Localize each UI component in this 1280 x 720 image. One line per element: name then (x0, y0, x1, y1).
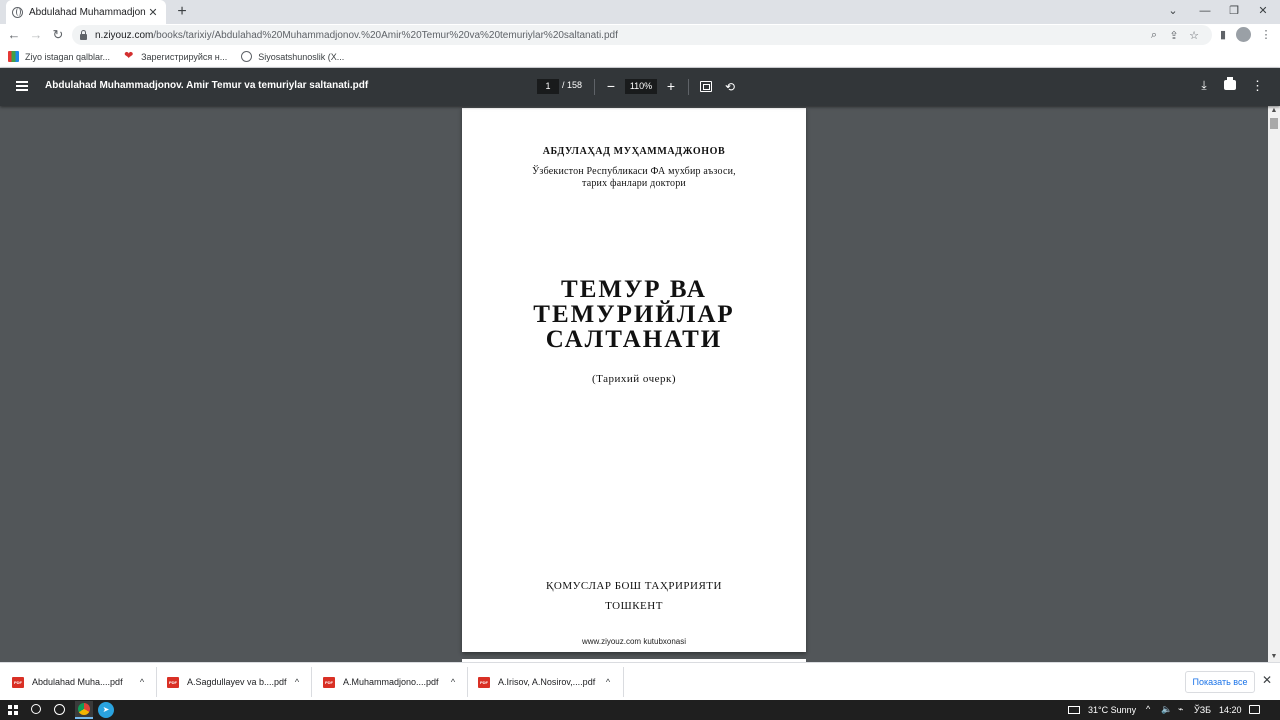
author-degree: тарих фанлари доктори (582, 178, 686, 189)
download-filename: A.Sagdullayev va b....pdf (187, 677, 287, 687)
zoom-icon[interactable]: ⌕ (1144, 29, 1164, 42)
url-path: /books/tarixiy/Abdulahad%20Muhammadjonov… (153, 29, 618, 41)
weather-status[interactable]: 31°C Sunny (1088, 705, 1136, 715)
book-subtitle: (Тарихий очерк) (591, 373, 677, 385)
download-item[interactable]: PDF A.Muhammadjono....pdf ^ (323, 667, 468, 697)
page-total: / 158 (562, 80, 583, 90)
close-shelf-icon[interactable]: ✕ (1260, 673, 1274, 687)
download-filename: Abdulahad Muha....pdf (32, 677, 123, 687)
close-window-button[interactable]: ✕ (1248, 0, 1278, 24)
fit-to-page-icon[interactable] (700, 81, 712, 92)
divider (594, 79, 595, 95)
address-bar[interactable]: n.ziyouz.com/books/tarixiy/Abdulahad%20M… (72, 25, 1212, 45)
pdf-toolbar: Abdulahad Muhammadjonov. Amir Temur va t… (0, 68, 1280, 106)
volume-icon[interactable]: 🔈 (1161, 704, 1172, 715)
rotate-icon[interactable]: ⟲ (723, 80, 737, 94)
tab-title: Abdulahad Muhammadjonov. Am (29, 6, 146, 18)
download-item[interactable]: PDF A.Sagdullayev va b....pdf ^ (167, 667, 312, 697)
pdf-viewer[interactable]: АБДУЛАҲАД МУҲАММАДЖОНОВ Ўзбекистон Респу… (0, 106, 1268, 662)
download-icon[interactable]: ⤓ (1197, 78, 1211, 93)
zoom-level-input[interactable]: 110% (625, 79, 657, 94)
chevron-up-icon[interactable]: ^ (598, 677, 618, 687)
bookmark-item[interactable]: Siyosatshunoslik (X... (241, 51, 344, 62)
pdf-file-icon: PDF (12, 676, 24, 688)
hamburger-menu-icon[interactable] (16, 81, 28, 91)
show-hidden-icons-icon[interactable]: ^ (1146, 704, 1150, 714)
tab-close-icon[interactable]: ✕ (146, 6, 160, 19)
scroll-down-arrow-icon[interactable]: ▼ (1268, 652, 1280, 662)
back-button[interactable]: ← (4, 26, 24, 44)
download-item[interactable]: PDF Abdulahad Muha....pdf ^ (12, 667, 157, 697)
pdf-file-icon: PDF (323, 676, 335, 688)
chevron-up-icon[interactable]: ^ (443, 677, 463, 687)
browser-tab[interactable]: Abdulahad Muhammadjonov. Am ✕ (6, 0, 166, 24)
book-title-line: ТЕМУРИЙЛАР (533, 301, 735, 328)
lock-icon[interactable] (80, 29, 87, 40)
bar-chart-icon (8, 51, 19, 62)
bookmark-item[interactable]: ❤ Зарегистрируйся н... (124, 51, 227, 62)
download-filename: A.Irisov, A.Nosirov,....pdf (498, 677, 596, 687)
chrome-icon[interactable] (75, 701, 93, 719)
viewer-scrollbar[interactable]: ▲ ▼ (1268, 106, 1280, 662)
url-host: n.ziyouz.com (95, 29, 154, 41)
download-filename: A.Muhammadjono....pdf (343, 677, 439, 687)
windows-taskbar: ➤ 31°C Sunny ^ 🔈 ⌁ ЎЗБ 14:20 (0, 700, 1280, 720)
side-panel-icon[interactable]: ▮ (1214, 26, 1232, 44)
pdf-page: АБДУЛАҲАД МУҲАММАДЖОНОВ Ўзбекистон Респу… (462, 108, 806, 652)
bookmarks-bar: Ziyo istagan qalblar... ❤ Зарегистрируйс… (0, 46, 1280, 68)
page-number-input[interactable]: 1 (537, 79, 559, 94)
zoom-in-button[interactable]: + (663, 77, 679, 95)
language-indicator[interactable]: ЎЗБ (1194, 705, 1211, 715)
bookmark-label: Siyosatshunoslik (X... (258, 51, 345, 62)
forward-button[interactable]: → (26, 26, 46, 44)
profile-avatar[interactable] (1236, 27, 1251, 42)
bookmark-item[interactable]: Ziyo istagan qalblar... (8, 51, 110, 62)
reload-button[interactable]: ↻ (48, 26, 68, 44)
publisher-name: ҚОМУСЛАР БОШ ТАҲРИРИЯТИ (546, 580, 722, 592)
show-all-downloads-button[interactable]: Показать все (1185, 671, 1255, 693)
book-title-line: ТЕМУР ВА (561, 276, 707, 303)
scroll-up-arrow-icon[interactable]: ▲ (1268, 106, 1280, 116)
author-affiliation: Ўзбекистон Республикаси ФА мухбир аъзоси… (532, 166, 736, 177)
browser-menu-icon[interactable]: ⋮ (1257, 26, 1275, 44)
globe-icon (12, 6, 23, 18)
divider (688, 79, 689, 95)
telegram-icon[interactable]: ➤ (98, 702, 114, 718)
chevron-up-icon[interactable]: ^ (132, 677, 152, 687)
clock[interactable]: 14:20 (1219, 705, 1242, 715)
task-view-icon[interactable] (54, 704, 65, 715)
notification-icon[interactable] (1249, 705, 1260, 714)
tab-search-icon[interactable]: ⌄ (1158, 0, 1188, 24)
bookmark-label: Ziyo istagan qalblar... (25, 51, 111, 62)
pdf-file-icon: PDF (167, 676, 179, 688)
download-item[interactable]: PDF A.Irisov, A.Nosirov,....pdf ^ (478, 667, 624, 697)
print-icon[interactable] (1224, 77, 1236, 90)
document-title: Abdulahad Muhammadjonov. Amir Temur va t… (45, 80, 369, 91)
chevron-up-icon[interactable]: ^ (287, 677, 307, 687)
url-text[interactable]: n.ziyouz.com/books/tarixiy/Abdulahad%20M… (95, 30, 1144, 41)
bookmark-label: Зарегистрируйся н... (141, 51, 228, 62)
book-title-line: САЛТАНАТИ (545, 326, 723, 353)
more-options-icon[interactable]: ⋮ (1251, 78, 1264, 94)
pdf-file-icon: PDF (478, 676, 490, 688)
restore-button[interactable]: ❐ (1219, 0, 1249, 24)
globe-icon (241, 51, 253, 62)
new-tab-button[interactable]: + (172, 2, 192, 22)
battery-icon[interactable] (1068, 706, 1080, 714)
heart-icon: ❤ (124, 50, 134, 62)
search-icon[interactable] (31, 704, 41, 714)
network-icon[interactable]: ⌁ (1178, 704, 1183, 715)
browser-toolbar: ← → ↻ n.ziyouz.com/books/tarixiy/Abdulah… (0, 24, 1280, 46)
tab-strip: Abdulahad Muhammadjonov. Am ✕ + ⌄ — ❐ ✕ (0, 0, 1280, 24)
share-icon[interactable]: ⇪ (1164, 29, 1184, 42)
windows-start-icon[interactable] (8, 705, 18, 715)
page-footer: www.ziyouz.com kutubxonasi (581, 637, 687, 646)
author-name: АБДУЛАҲАД МУҲАММАДЖОНОВ (542, 146, 726, 157)
publication-city: ТОШКЕНТ (605, 600, 663, 612)
scrollbar-thumb[interactable] (1270, 118, 1278, 129)
bookmark-star-icon[interactable]: ☆ (1184, 29, 1204, 42)
download-shelf: PDF Abdulahad Muha....pdf ^ PDF A.Sagdul… (0, 662, 1280, 700)
minimize-button[interactable]: — (1190, 0, 1220, 24)
zoom-out-button[interactable]: − (603, 77, 619, 95)
